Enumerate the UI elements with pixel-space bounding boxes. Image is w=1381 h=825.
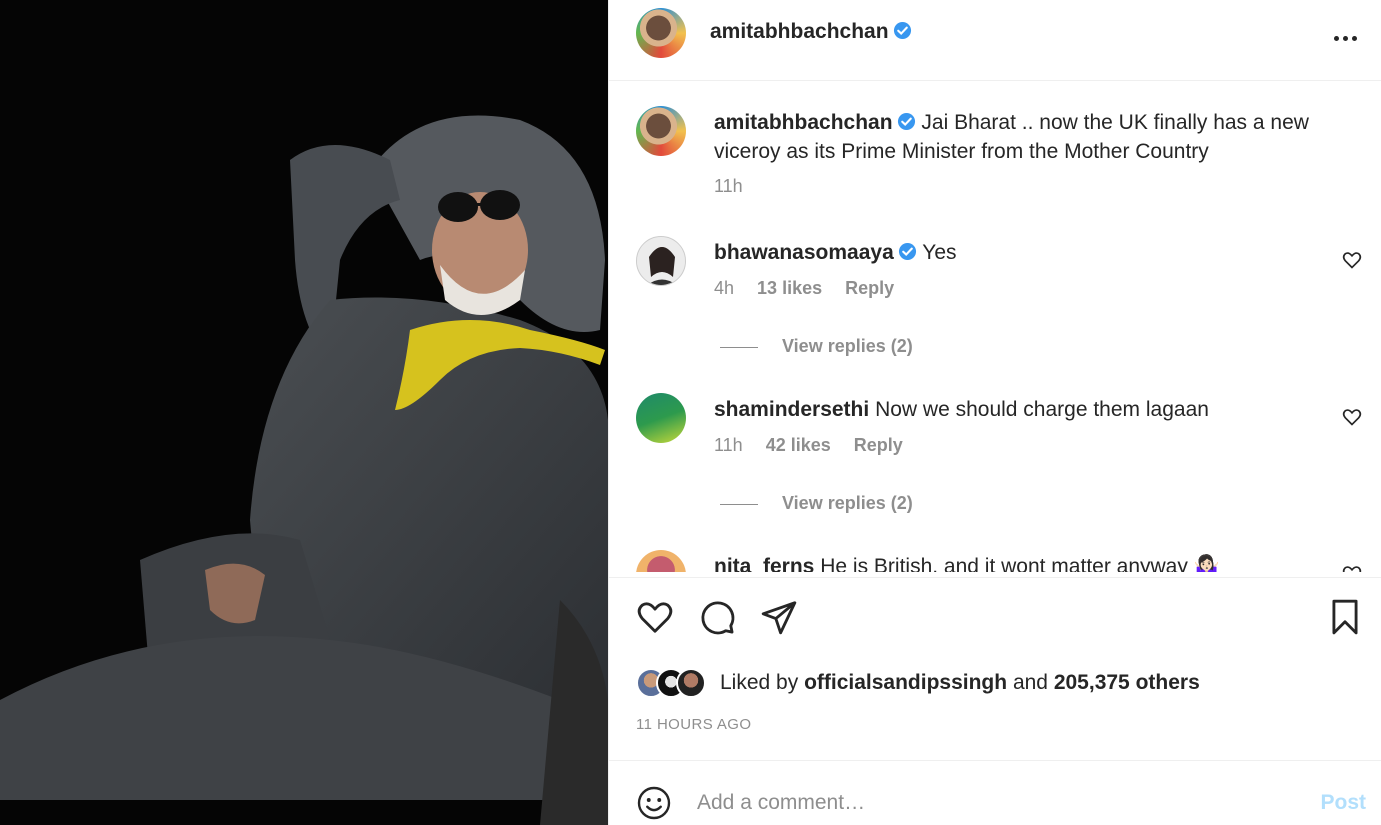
add-comment-bar: Post [609, 760, 1381, 825]
comment-username[interactable]: bhawanasomaaya [714, 241, 894, 264]
person-avatar-icon [637, 237, 685, 285]
comment-username[interactable]: nita_ferns [714, 555, 814, 572]
verified-badge-icon [897, 112, 915, 131]
post-timestamp[interactable]: 11 HOURS AGO [636, 716, 751, 733]
caption-time: 11h [714, 176, 743, 196]
view-replies-button[interactable]: View replies (2) [720, 336, 913, 357]
like-comment-heart-icon[interactable] [1342, 250, 1362, 270]
post-header: amitabhbachchan [609, 0, 1381, 81]
liked-by-and: and [1012, 671, 1048, 694]
post-photo[interactable] [0, 0, 608, 825]
caption-line-1: amitabhbachchan Jai Bharat .. now the UK… [714, 108, 1354, 137]
like-comment-heart-icon[interactable] [1342, 407, 1362, 427]
comment-avatar[interactable] [636, 550, 686, 572]
verified-badge-icon [898, 242, 916, 261]
more-options-icon[interactable] [1332, 28, 1360, 41]
view-replies-button[interactable]: View replies (2) [720, 493, 913, 514]
comment-item: shamindersethi Now we should charge them… [714, 395, 1314, 456]
liked-by-prefix: Liked by [720, 671, 799, 694]
author-username-text[interactable]: amitabhbachchan [710, 20, 889, 43]
comment-item: nita_ferns He is British, and it wont ma… [714, 552, 1314, 572]
comment-username[interactable]: shamindersethi [714, 398, 869, 421]
comments-list[interactable]: amitabhbachchan Jai Bharat .. now the UK… [609, 82, 1381, 572]
comment-item: bhawanasomaaya Yes 4h 13 likes Reply [714, 238, 1314, 299]
caption-author-avatar[interactable] [636, 106, 686, 156]
like-heart-icon[interactable] [636, 598, 674, 636]
liked-by-others[interactable]: 205,375 others [1054, 671, 1200, 694]
author-username[interactable]: amitabhbachchan [710, 20, 912, 44]
comment-text: Now we should charge them lagaan [875, 398, 1209, 421]
liker-avatar[interactable] [676, 668, 706, 698]
replies-divider [720, 503, 758, 505]
caption-username[interactable]: amitabhbachchan [714, 111, 893, 134]
comment-input[interactable] [697, 785, 1277, 821]
author-avatar[interactable] [636, 8, 686, 58]
emoji-icon[interactable] [636, 785, 672, 821]
comment-avatar[interactable] [636, 393, 686, 443]
like-comment-heart-icon[interactable] [1342, 564, 1362, 572]
comment-bubble-icon[interactable] [698, 598, 736, 636]
comment-meta: 11h 42 likes Reply [714, 435, 1314, 456]
verified-badge-icon [893, 21, 911, 40]
liked-by-text: Liked by officialsandipssingh and 205,37… [720, 671, 1200, 695]
post-actions: Liked by officialsandipssingh and 205,37… [609, 577, 1381, 760]
liked-by-row: Liked by officialsandipssingh and 205,37… [636, 666, 1200, 700]
comment-avatar[interactable] [636, 236, 686, 286]
reply-button[interactable]: Reply [845, 278, 894, 298]
post-image-illustration [0, 0, 608, 825]
comment-time[interactable]: 11h [714, 435, 743, 455]
comment-likes[interactable]: 13 likes [757, 278, 822, 298]
post-comment-button[interactable]: Post [1320, 791, 1366, 815]
caption-meta: 11h [714, 176, 1354, 197]
comment-time[interactable]: 4h [714, 278, 734, 298]
caption: amitabhbachchan Jai Bharat .. now the UK… [714, 108, 1354, 197]
comment-text: He is British, and it wont matter anyway… [820, 555, 1220, 572]
share-send-icon[interactable] [760, 598, 798, 636]
replies-divider [720, 346, 758, 348]
save-bookmark-icon[interactable] [1326, 598, 1364, 636]
comment-text: Yes [922, 241, 957, 264]
liked-by-user[interactable]: officialsandipssingh [804, 671, 1007, 694]
view-replies-label[interactable]: View replies (2) [782, 493, 913, 513]
reply-button[interactable]: Reply [854, 435, 903, 455]
caption-text-2: viceroy as its Prime Minister from the M… [714, 140, 1209, 163]
comment-meta: 4h 13 likes Reply [714, 278, 1314, 299]
post-detail-panel: amitabhbachchan amitabhbachchan Jai Bhar… [608, 0, 1381, 825]
view-replies-label[interactable]: View replies (2) [782, 336, 913, 356]
comment-likes[interactable]: 42 likes [766, 435, 831, 455]
caption-text-1: Jai Bharat .. now the UK finally has a n… [921, 111, 1309, 134]
